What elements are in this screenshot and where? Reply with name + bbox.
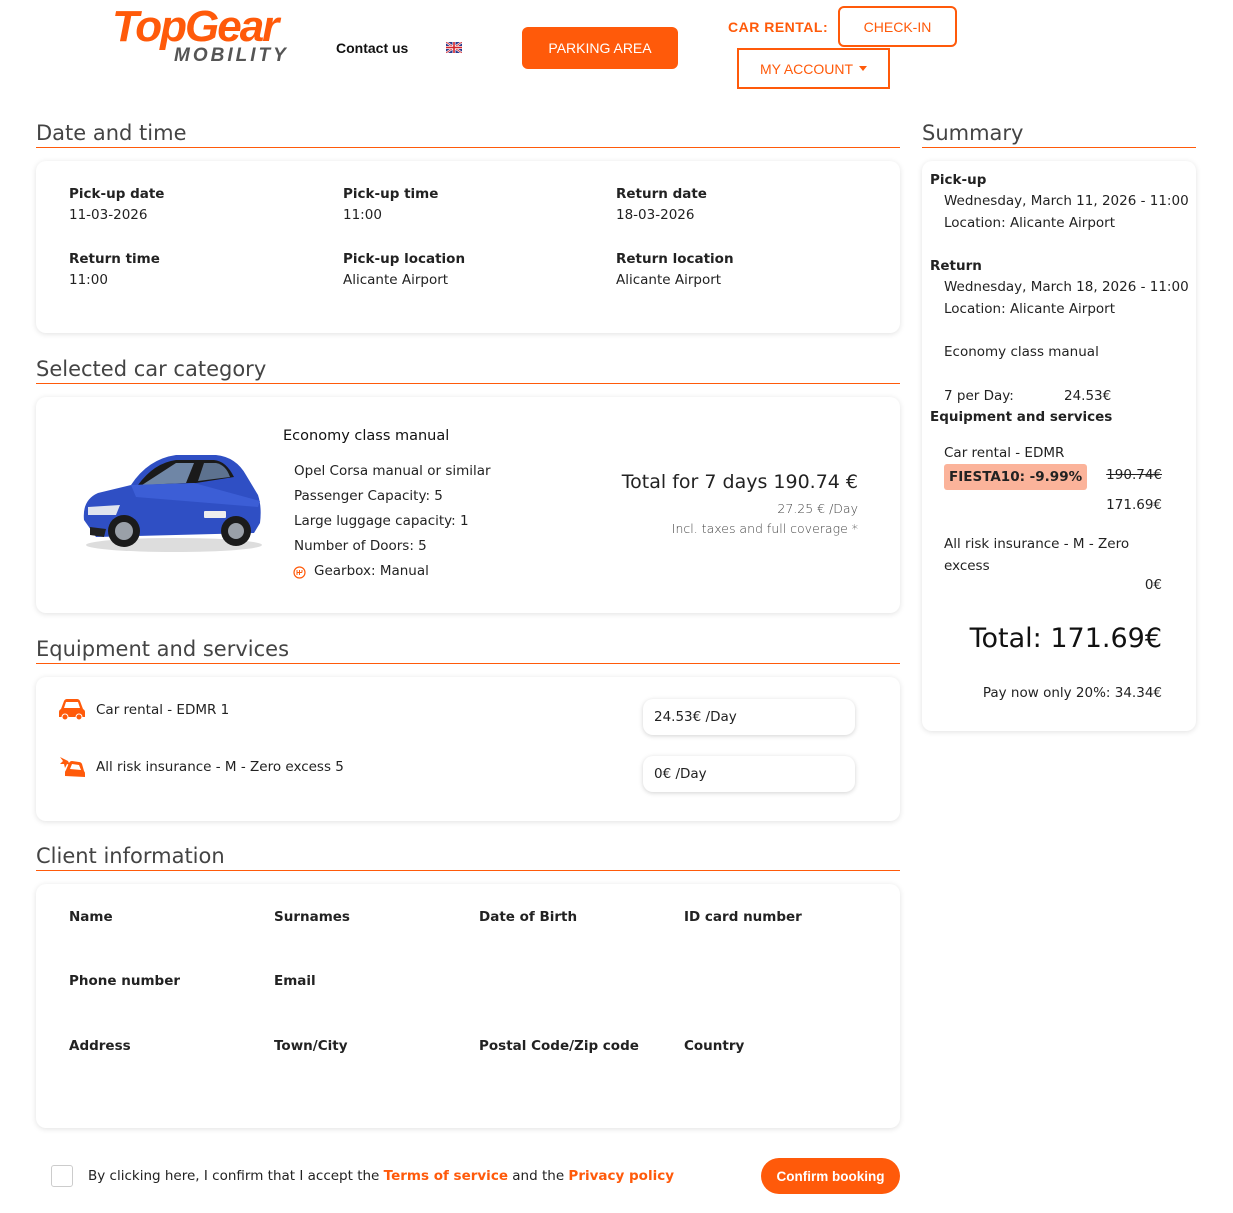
uk-flag-icon[interactable] [446,42,462,53]
car-spec-doors: Number of Doors: 5 [294,538,427,554]
surnames-label: Surnames [274,909,350,925]
confirm-booking-button[interactable]: Confirm booking [761,1158,900,1194]
summary-old-price: 190.74€ [1106,467,1162,483]
gearbox-icon [293,566,306,579]
summary-title: Summary [922,121,1196,148]
logo-top: TopGear [112,2,279,51]
terms-checkbox[interactable] [51,1165,73,1187]
pickup-time-field: Pick-up time 11:00 [343,186,438,223]
field-label: Return date [616,186,707,202]
car-price-per-day: 27.25 € /Day [777,501,858,516]
promo-badge: FIESTA10: -9.99% [944,464,1088,490]
terms-of-service-link[interactable]: Terms of service [384,1168,508,1184]
summary-per-day-label: 7 per Day: [944,388,1014,404]
car-spec-luggage: Large luggage capacity: 1 [294,513,469,529]
contact-link[interactable]: Contact us [336,40,408,56]
pickup-location-field: Pick-up location Alicante Airport [343,251,465,288]
id-card-label: ID card number [684,909,802,925]
car-price-included: Incl. taxes and full coverage * [671,521,858,536]
field-label: Pick-up location [343,251,466,267]
field-value: 11:00 [343,207,382,223]
town-city-label: Town/City [274,1038,348,1054]
my-account-label: MY ACCOUNT [759,60,854,77]
equipment-title: Equipment and services [36,637,900,664]
terms-text: By clicking here, I confirm that I accep… [88,1168,674,1184]
summary-pickup-location: Location: Alicante Airport [944,215,1116,231]
email-label: Email [274,973,316,989]
car-image [83,455,262,552]
field-value: 11-03-2026 [69,207,148,223]
equipment-item-insurance: All risk insurance - M - Zero excess 5 [96,759,344,775]
return-date-field: Return date 18-03-2026 [616,186,707,223]
summary-return-date: Wednesday, March 18, 2026 - 11:00 [944,279,1189,295]
check-in-button[interactable]: CHECK-IN [838,6,957,47]
car-crash-icon [60,757,85,777]
summary-new-price: 171.69€ [1106,497,1162,513]
field-value: Alicante Airport [616,272,722,288]
logo-bottom: MOBILITY [174,45,289,66]
summary-insurance-label: All risk insurance - M - Zero excess [944,536,1130,574]
car-category-card: Economy class manual Opel Corsa manual o… [36,397,900,613]
summary-card: Pick-up Wednesday, March 11, 2026 - 11:0… [922,161,1196,731]
privacy-policy-link[interactable]: Privacy policy [568,1168,674,1184]
summary-rental-label: Car rental - EDMR [944,445,1065,461]
car-category-name: Economy class manual [283,428,450,444]
field-value: Alicante Airport [343,272,449,288]
field-label: Pick-up time [343,186,439,202]
car-total-price: Total for 7 days 190.74 € [621,471,858,493]
my-account-button[interactable]: MY ACCOUNT [737,48,890,89]
insurance-price-box: 0€ /Day [643,756,855,792]
car-category-title: Selected car category [36,357,900,384]
date-time-title: Date and time [36,121,900,148]
field-value: 18-03-2026 [616,207,695,223]
equipment-card: Car rental - EDMR 1 24.53€ /Day All risk… [36,677,900,821]
summary-pickup-date: Wednesday, March 11, 2026 - 11:00 [944,193,1189,209]
summary-insurance-price: 0€ [1144,577,1162,593]
equipment-item-car-rental: Car rental - EDMR 1 [96,702,230,718]
summary-per-day-value: 24.53€ [1064,388,1112,404]
car-spec-model: Opel Corsa manual or similar [294,463,491,479]
car-icon [59,699,85,720]
parking-area-button[interactable]: PARKING AREA [522,27,678,69]
return-location-field: Return location Alicante Airport [616,251,734,288]
car-spec-gearbox: Gearbox: Manual [314,563,429,579]
summary-category: Economy class manual [944,344,1099,360]
field-label: Pick-up date [69,186,165,202]
summary-total: Total: 171.69€ [969,623,1162,654]
date-of-birth-label: Date of Birth [479,909,578,925]
car-spec-passengers: Passenger Capacity: 5 [294,488,443,504]
client-info-card: Name Surnames Date of Birth ID card numb… [36,884,900,1128]
terms-pre: By clicking here, I confirm that I accep… [88,1168,384,1184]
field-label: Return time [69,251,160,267]
address-label: Address [69,1038,131,1054]
summary-return-label: Return [930,258,982,274]
phone-label: Phone number [69,973,181,989]
logo[interactable]: TopGear MOBILITY [112,2,302,68]
date-time-card: Pick-up date 11-03-2026 Pick-up time 11:… [36,161,900,333]
car-rental-label: CAR RENTAL: [728,19,829,35]
terms-mid: and the [507,1168,569,1184]
car-rental-price-box: 24.53€ /Day [643,699,855,735]
name-label: Name [69,909,113,925]
return-time-field: Return time 11:00 [69,251,160,288]
summary-equipment-label: Equipment and services [930,409,1113,425]
country-label: Country [684,1038,745,1054]
summary-return-location: Location: Alicante Airport [944,301,1116,317]
client-info-title: Client information [36,844,900,871]
field-label: Return location [616,251,734,267]
postal-code-label: Postal Code/Zip code [479,1038,639,1054]
summary-pickup-label: Pick-up [930,172,987,188]
pickup-date-field: Pick-up date 11-03-2026 [69,186,164,223]
summary-pay-now: Pay now only 20%: 34.34€ [982,685,1162,701]
field-value: 11:00 [69,272,108,288]
caret-down-icon [859,66,868,71]
